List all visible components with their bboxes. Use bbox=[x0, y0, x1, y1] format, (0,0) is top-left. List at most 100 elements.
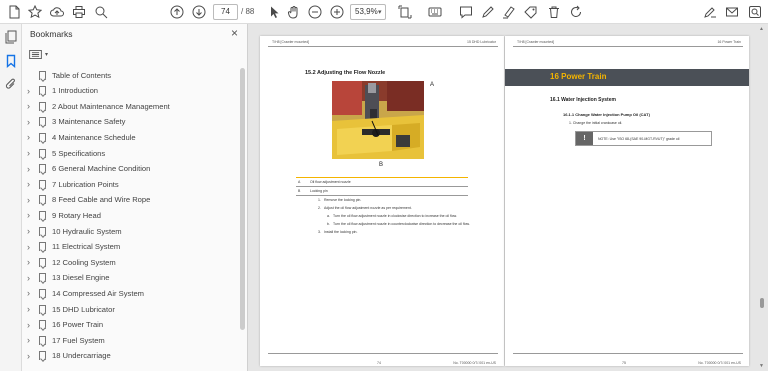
chevron-right-icon[interactable]: › bbox=[27, 351, 35, 361]
comment-icon[interactable] bbox=[457, 3, 475, 21]
bookmark-label: 15 DHD Lubricator bbox=[52, 304, 115, 314]
bookmark-item[interactable]: › 13 Diesel Engine bbox=[22, 271, 240, 285]
chevron-right-icon[interactable]: › bbox=[27, 210, 35, 220]
rotate-icon[interactable] bbox=[567, 3, 585, 21]
scroll-thumb[interactable] bbox=[760, 298, 764, 308]
bookmark-icon bbox=[39, 132, 46, 142]
scroll-down-icon[interactable]: ▼ bbox=[759, 363, 764, 369]
procedure-step: 1. Change the initial crankcase oil. bbox=[569, 121, 623, 125]
search-icon[interactable] bbox=[92, 3, 110, 21]
zoom-in-icon[interactable] bbox=[328, 3, 346, 21]
stamp-icon[interactable] bbox=[522, 3, 540, 21]
bookmark-item[interactable]: › 17 Fuel System bbox=[22, 333, 240, 347]
bookmark-item[interactable]: › 10 Hydraulic System bbox=[22, 224, 240, 238]
chevron-right-icon[interactable]: › bbox=[27, 101, 35, 111]
attachment-icon[interactable] bbox=[4, 77, 18, 91]
bookmark-label: 1 Introduction bbox=[52, 86, 99, 96]
hand-tool-icon[interactable] bbox=[285, 3, 303, 21]
bookmark-item[interactable]: › 11 Electrical System bbox=[22, 240, 240, 254]
sign-icon[interactable] bbox=[701, 3, 719, 21]
document-scrollbar[interactable]: ▲ ▼ bbox=[759, 26, 766, 369]
list-options-icon bbox=[29, 49, 42, 59]
chevron-right-icon[interactable]: › bbox=[27, 288, 35, 298]
scroll-up-icon[interactable]: ▲ bbox=[759, 26, 764, 32]
trash-icon[interactable] bbox=[545, 3, 563, 21]
bookmark-options-button[interactable]: ▾ bbox=[29, 47, 51, 61]
chevron-right-icon[interactable]: › bbox=[27, 320, 35, 330]
chevron-right-icon[interactable]: › bbox=[27, 257, 35, 267]
bookmark-icon bbox=[39, 179, 46, 189]
chevron-right-icon[interactable]: › bbox=[27, 86, 35, 96]
page-total: / 88 bbox=[241, 7, 255, 16]
bookmark-item[interactable]: › 12 Cooling System bbox=[22, 255, 240, 269]
bookmark-label: Table of Contents bbox=[52, 70, 112, 80]
bookmark-item[interactable]: › 16 Power Train bbox=[22, 318, 240, 332]
bookmark-icon[interactable] bbox=[4, 54, 18, 69]
document-icon[interactable] bbox=[5, 3, 23, 21]
bookmark-item[interactable]: › 7 Lubrication Points bbox=[22, 177, 240, 191]
bookmark-label: 11 Electrical System bbox=[52, 242, 121, 252]
bookmark-item[interactable]: › 6 General Machine Condition bbox=[22, 162, 240, 176]
pen-icon[interactable] bbox=[479, 3, 497, 21]
legend-table: A Oil flow adjustment nozzle B Locking p… bbox=[296, 177, 468, 196]
chevron-right-icon[interactable]: › bbox=[27, 132, 35, 142]
fit-page-icon[interactable] bbox=[396, 3, 414, 21]
page-75: T/H8 [Crawler mounted] 16 Power Train 16… bbox=[505, 36, 749, 366]
bookmark-item[interactable]: › 8 Feed Cable and Wire Rope bbox=[22, 193, 240, 207]
bookmarks-panel: Bookmarks × ▾ Table of Contents › 1 Introd… bbox=[22, 24, 248, 371]
chevron-right-icon[interactable]: › bbox=[27, 117, 35, 127]
chevron-right-icon[interactable]: › bbox=[27, 195, 35, 205]
bookmark-item[interactable]: › 4 Maintenance Schedule bbox=[22, 130, 240, 144]
chevron-right-icon[interactable]: › bbox=[27, 226, 35, 236]
chevron-right-icon[interactable]: › bbox=[27, 273, 35, 283]
bookmark-item[interactable]: › 9 Rotary Head bbox=[22, 208, 240, 222]
chevron-right-icon[interactable]: › bbox=[27, 179, 35, 189]
select-cursor-icon[interactable] bbox=[265, 3, 283, 21]
search-tool-icon[interactable] bbox=[746, 3, 764, 21]
zoom-out-icon[interactable] bbox=[306, 3, 324, 21]
chevron-right-icon[interactable]: › bbox=[27, 335, 35, 345]
chevron-right-icon[interactable]: › bbox=[27, 304, 35, 314]
star-icon[interactable] bbox=[26, 3, 44, 21]
panel-scrollbar[interactable] bbox=[240, 68, 245, 330]
bookmark-item[interactable]: › 14 Compressed Air System bbox=[22, 286, 240, 300]
bookmark-label: 13 Diesel Engine bbox=[52, 273, 110, 283]
bookmark-item[interactable]: › 1 Introduction bbox=[22, 84, 240, 98]
bookmark-label: 2 About Maintenance Management bbox=[52, 101, 170, 111]
chevron-right-icon[interactable]: › bbox=[27, 164, 35, 174]
bookmark-item[interactable]: › 15 DHD Lubricator bbox=[22, 302, 240, 316]
bookmark-icon bbox=[39, 288, 46, 298]
close-icon[interactable]: × bbox=[231, 26, 238, 40]
bookmark-label: 7 Lubrication Points bbox=[52, 179, 119, 189]
bookmark-label: 16 Power Train bbox=[52, 320, 104, 330]
subsection-title: 16.1.1 Change Water Injection Pump Oil (… bbox=[563, 112, 650, 117]
keyboard-icon[interactable] bbox=[426, 3, 444, 21]
flow-nozzle-image bbox=[332, 81, 424, 159]
bookmark-icon bbox=[39, 86, 46, 96]
previous-page-icon[interactable] bbox=[168, 3, 186, 21]
legend-row: A Oil flow adjustment nozzle bbox=[296, 178, 468, 187]
page-number-input[interactable]: 74 bbox=[213, 4, 238, 20]
chevron-right-icon[interactable]: › bbox=[27, 242, 35, 252]
bookmark-item[interactable]: › 18 Undercarriage bbox=[22, 349, 240, 363]
chevron-right-icon[interactable]: › bbox=[27, 148, 35, 158]
bookmark-item[interactable]: › 3 Maintenance Safety bbox=[22, 115, 240, 129]
next-page-icon[interactable] bbox=[190, 3, 208, 21]
bookmark-item[interactable]: › 5 Specifications bbox=[22, 146, 240, 160]
cloud-upload-icon[interactable] bbox=[48, 3, 66, 21]
header-right: 15 DHD Lubricator bbox=[467, 40, 496, 44]
flow-nozzle-photo bbox=[332, 81, 424, 159]
document-view[interactable]: T/H8 [Crawler mounted] 15 DHD Lubricator… bbox=[248, 24, 768, 371]
print-icon[interactable] bbox=[70, 3, 88, 21]
highlight-icon[interactable] bbox=[500, 3, 518, 21]
bookmark-icon bbox=[39, 242, 46, 252]
footer-page-number: 74 bbox=[377, 361, 381, 365]
pages-icon[interactable] bbox=[4, 30, 18, 44]
footer-doc-number: No. T00000 0/7/.001 en-US bbox=[453, 361, 496, 365]
mail-icon[interactable] bbox=[723, 3, 741, 21]
bookmark-item[interactable]: › 2 About Maintenance Management bbox=[22, 99, 240, 113]
header-rule bbox=[268, 46, 498, 47]
bookmark-item[interactable]: Table of Contents bbox=[22, 68, 240, 82]
chevron-down-icon[interactable]: ▾ bbox=[378, 8, 382, 16]
step: 3. Install the locking pin. bbox=[318, 230, 358, 234]
